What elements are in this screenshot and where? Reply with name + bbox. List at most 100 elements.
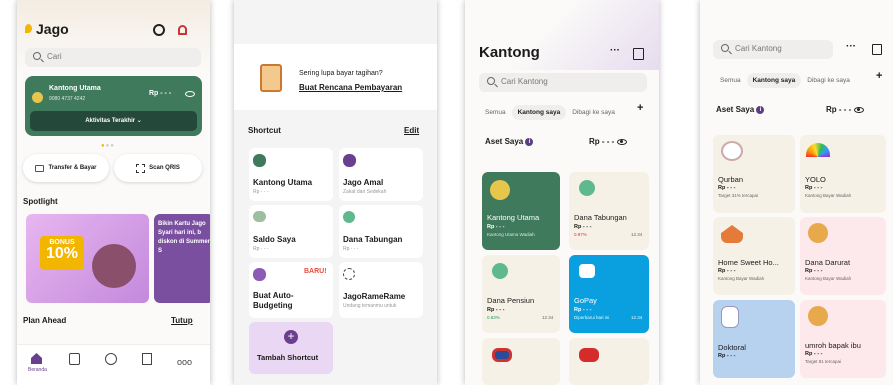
bottom-nav: Beranda ooo [17, 344, 210, 385]
transfer-button[interactable]: Transfer & Bayar [23, 154, 109, 182]
pocket-card[interactable]: Doktoral Rp - - - [713, 300, 795, 378]
info-icon[interactable]: i [525, 137, 534, 146]
bonus-percent: 10% [45, 245, 79, 262]
pocket-card[interactable]: Qurban Rp - - - Target 31% tercapai [713, 135, 795, 213]
shortcut-card[interactable]: Saldo Saya Rp - - - [249, 205, 333, 258]
qris-label: Scan QRIS [149, 165, 180, 171]
chair-icon [492, 263, 508, 279]
spotlight-banner-2[interactable]: Bikin Kartu Jago Syari hari ini, b disko… [154, 214, 210, 303]
plus-icon: + [284, 330, 298, 344]
plan-ahead-heading: Plan Ahead [23, 316, 67, 325]
tab-kantong-saya[interactable]: Kantong saya [511, 105, 567, 120]
search-input[interactable]: Cari Kantong [713, 40, 833, 59]
spotlight-banner[interactable]: BONUS 10% [26, 214, 149, 303]
tab-kantong-saya[interactable]: Kantong saya [746, 73, 802, 88]
eye-icon[interactable] [185, 91, 195, 97]
pocket-card[interactable]: Home Sweet Ho... Rp - - - Kantong Bayar … [713, 217, 795, 295]
shortcut-card[interactable]: JagoRameRame Undang temanmu untuk [339, 262, 423, 318]
pocket-sub: 0.83% [487, 315, 500, 320]
add-shortcut-button[interactable]: + Tambah Shortcut [249, 322, 333, 374]
card-title: Dana Tabungan [343, 235, 403, 244]
pocket-value: Rp - - - [805, 268, 823, 274]
more-icon[interactable]: ··· [846, 41, 856, 52]
edit-link[interactable]: Edit [404, 126, 419, 135]
add-tab-icon[interactable]: + [876, 70, 882, 82]
tab-semua[interactable]: Semua [479, 105, 512, 120]
spotlight-heading: Spotlight [23, 197, 58, 206]
profile-icon[interactable] [153, 24, 165, 36]
plant-icon [343, 211, 355, 223]
money-bag-icon [808, 306, 828, 326]
kantong-saya-screen: Cari Kantong ··· Semua Kantong saya Dibagi… [700, 0, 893, 385]
search-input[interactable]: Cari Kantong [479, 73, 647, 92]
shortcut-heading: Shortcut [248, 126, 281, 135]
house-icon [721, 225, 743, 243]
tab-dibagi[interactable]: Dibagi ke saya [566, 105, 621, 120]
shortcut-card[interactable]: Dana Tabungan Rp - - - [339, 205, 423, 258]
card-title: Saldo Saya [253, 235, 296, 244]
shortcut-card[interactable]: BARU! Buat Auto-Budgeting [249, 262, 333, 318]
report-nav-icon[interactable] [142, 353, 152, 365]
pocket-value: Rp - - - [574, 224, 592, 230]
pocket-sub: Target 31% tercapai [718, 193, 759, 198]
search-icon [487, 77, 495, 85]
flag-icon [579, 348, 599, 362]
clipboard-icon [260, 64, 282, 92]
pocket-card[interactable] [482, 338, 560, 385]
more-nav-icon[interactable]: ooo [177, 357, 192, 367]
pocket-card[interactable]: Dana Tabungan Rp - - - 0.97% 12.34 [569, 172, 649, 250]
pocket-value: Rp - - - [805, 351, 823, 357]
card-sub: Rp - - - [253, 189, 269, 195]
pocket-nav-icon[interactable] [69, 353, 80, 365]
pocket-sub: Kantong Utama Wadiah [487, 232, 535, 237]
pocket-card[interactable]: Kantong Utama Rp - - - Kantong Utama Wad… [482, 172, 560, 250]
pocket-name: Dana Pensiun [487, 296, 535, 305]
pocket-card[interactable]: YOLO Rp - - - Kantong Bayar Wadiah [800, 135, 886, 213]
search-input[interactable]: Cari [25, 48, 201, 67]
transfer-label: Transfer & Bayar [48, 165, 97, 171]
pocket-card[interactable] [569, 338, 649, 385]
card-title: Jago Amal [343, 178, 384, 187]
pocket-value: Rp - - - [805, 185, 823, 191]
pocket-name: Qurban [718, 175, 744, 184]
pocket-card[interactable]: GoPay Rp - - - Diperbarui hari ini 12.34 [569, 255, 649, 333]
pocket-number: 9080 4737 4242 [49, 96, 86, 102]
shortcut-card[interactable]: Jago Amal Zakat dan Sedekah [339, 148, 423, 201]
reminder-card[interactable]: Sering lupa bayar tagihan? Buat Rencana … [234, 44, 437, 110]
eye-icon[interactable] [616, 138, 627, 145]
main-pocket-card[interactable]: Kantong Utama 9080 4737 4242 Rp - - - Ak… [25, 76, 202, 136]
kantong-screen: Kantong ··· Cari Kantong Semua Kantong sa… [465, 0, 659, 385]
home-nav-icon[interactable] [31, 353, 42, 364]
tab-semua[interactable]: Semua [714, 73, 747, 88]
activity-button[interactable]: Aktivitas Terakhir ⌄ [30, 111, 197, 131]
pocket-value: Rp - - - [718, 185, 736, 191]
pocket-card[interactable]: Dana Pensiun Rp - - - 0.83% 12.34 [482, 255, 560, 333]
tutup-link[interactable]: Tutup [171, 316, 193, 325]
pocket-card[interactable]: Dana Darurat Rp - - - Kantong Bayar Wadi… [800, 217, 886, 295]
pocket-card[interactable]: umroh bapak ibu Rp - - - Target 81 terca… [800, 300, 886, 378]
eye-icon[interactable] [853, 106, 864, 113]
book-icon[interactable] [633, 48, 644, 60]
shortcut-card[interactable]: Kantong Utama Rp - - - [249, 148, 333, 201]
pocket-name: Dana Tabungan [574, 213, 627, 222]
pocket-name: Home Sweet Ho... [718, 258, 779, 267]
more-icon[interactable]: ··· [610, 45, 620, 56]
tab-dibagi[interactable]: Dibagi ke saya [801, 73, 856, 88]
pocket-name: Kantong Utama [487, 213, 540, 222]
aset-value: Rp - - - [826, 105, 864, 114]
book-icon[interactable] [872, 44, 882, 55]
filter-tabs: Semua Kantong saya Dibagi ke saya [479, 101, 621, 120]
pocket-sub: Target 81 tercapai [805, 359, 842, 364]
info-icon[interactable]: i [756, 105, 765, 114]
pocket-sub: Kantong Bayar Wadiah [805, 193, 852, 198]
reminder-link[interactable]: Buat Rencana Pembayaran [299, 83, 402, 92]
search-icon [33, 52, 41, 60]
pocket-value: Rp - - - [487, 224, 505, 230]
plant-icon [579, 180, 595, 196]
wallet-icon [253, 211, 266, 222]
add-tab-icon[interactable]: + [637, 102, 643, 114]
transfer-nav-icon[interactable] [105, 353, 117, 365]
bell-icon[interactable] [178, 25, 187, 35]
qris-button[interactable]: Scan QRIS [114, 154, 202, 182]
pocket-sub: 0.97% [574, 232, 587, 237]
